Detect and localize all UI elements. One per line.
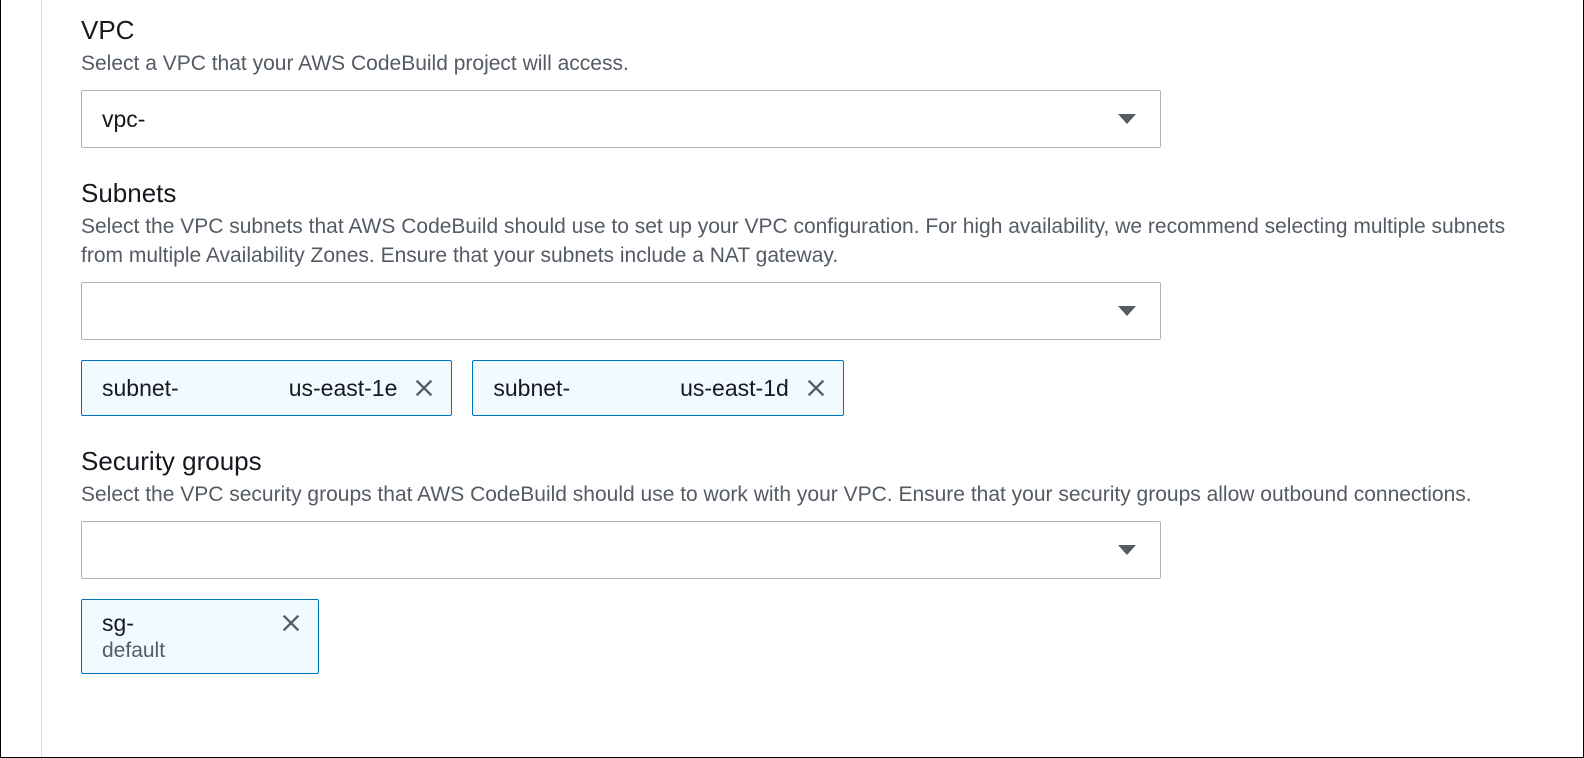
vpc-dropdown[interactable]: vpc- (81, 90, 1161, 148)
subnet-chip-prefix: subnet- (493, 375, 570, 401)
security-groups-field-group: Security groups Select the VPC security … (81, 446, 1523, 674)
security-groups-title: Security groups (81, 446, 1523, 477)
caret-down-icon (1118, 114, 1136, 124)
remove-subnet-button[interactable] (413, 377, 435, 399)
form-frame: VPC Select a VPC that your AWS CodeBuild… (0, 0, 1584, 758)
vpc-field-group: VPC Select a VPC that your AWS CodeBuild… (81, 15, 1523, 148)
vpc-description: Select a VPC that your AWS CodeBuild pro… (81, 50, 1523, 78)
subnets-description: Select the VPC subnets that AWS CodeBuil… (81, 213, 1523, 270)
subnet-chip-prefix: subnet- (102, 375, 179, 401)
caret-down-icon (1118, 545, 1136, 555)
subnets-dropdown[interactable] (81, 282, 1161, 340)
close-icon (413, 377, 435, 399)
subnet-chip-az: us-east-1d (680, 375, 789, 401)
subnets-field-group: Subnets Select the VPC subnets that AWS … (81, 178, 1523, 416)
subnets-title: Subnets (81, 178, 1523, 209)
subnet-chip-label: subnet-us-east-1e (102, 375, 397, 402)
form-content: VPC Select a VPC that your AWS CodeBuild… (81, 15, 1523, 724)
close-icon (280, 612, 302, 634)
subnet-chip-az: us-east-1e (289, 375, 398, 401)
subnet-chip: subnet-us-east-1e (81, 360, 452, 416)
remove-security-group-button[interactable] (280, 612, 302, 634)
subnets-chips: subnet-us-east-1e subnet-us-east-1d (81, 360, 1523, 416)
subnet-chip-label: subnet-us-east-1d (493, 375, 788, 402)
close-icon (805, 377, 827, 399)
security-groups-description: Select the VPC security groups that AWS … (81, 481, 1523, 509)
security-groups-dropdown[interactable] (81, 521, 1161, 579)
caret-down-icon (1118, 306, 1136, 316)
subnet-chip: subnet-us-east-1d (472, 360, 843, 416)
remove-subnet-button[interactable] (805, 377, 827, 399)
vpc-dropdown-value: vpc- (102, 106, 145, 133)
left-gutter (2, 0, 42, 757)
vpc-title: VPC (81, 15, 1523, 46)
security-group-chip-name: default (102, 639, 302, 663)
security-groups-chips: sg- default (81, 599, 1523, 674)
security-group-chip: sg- default (81, 599, 319, 674)
security-group-chip-id: sg- (102, 610, 302, 637)
